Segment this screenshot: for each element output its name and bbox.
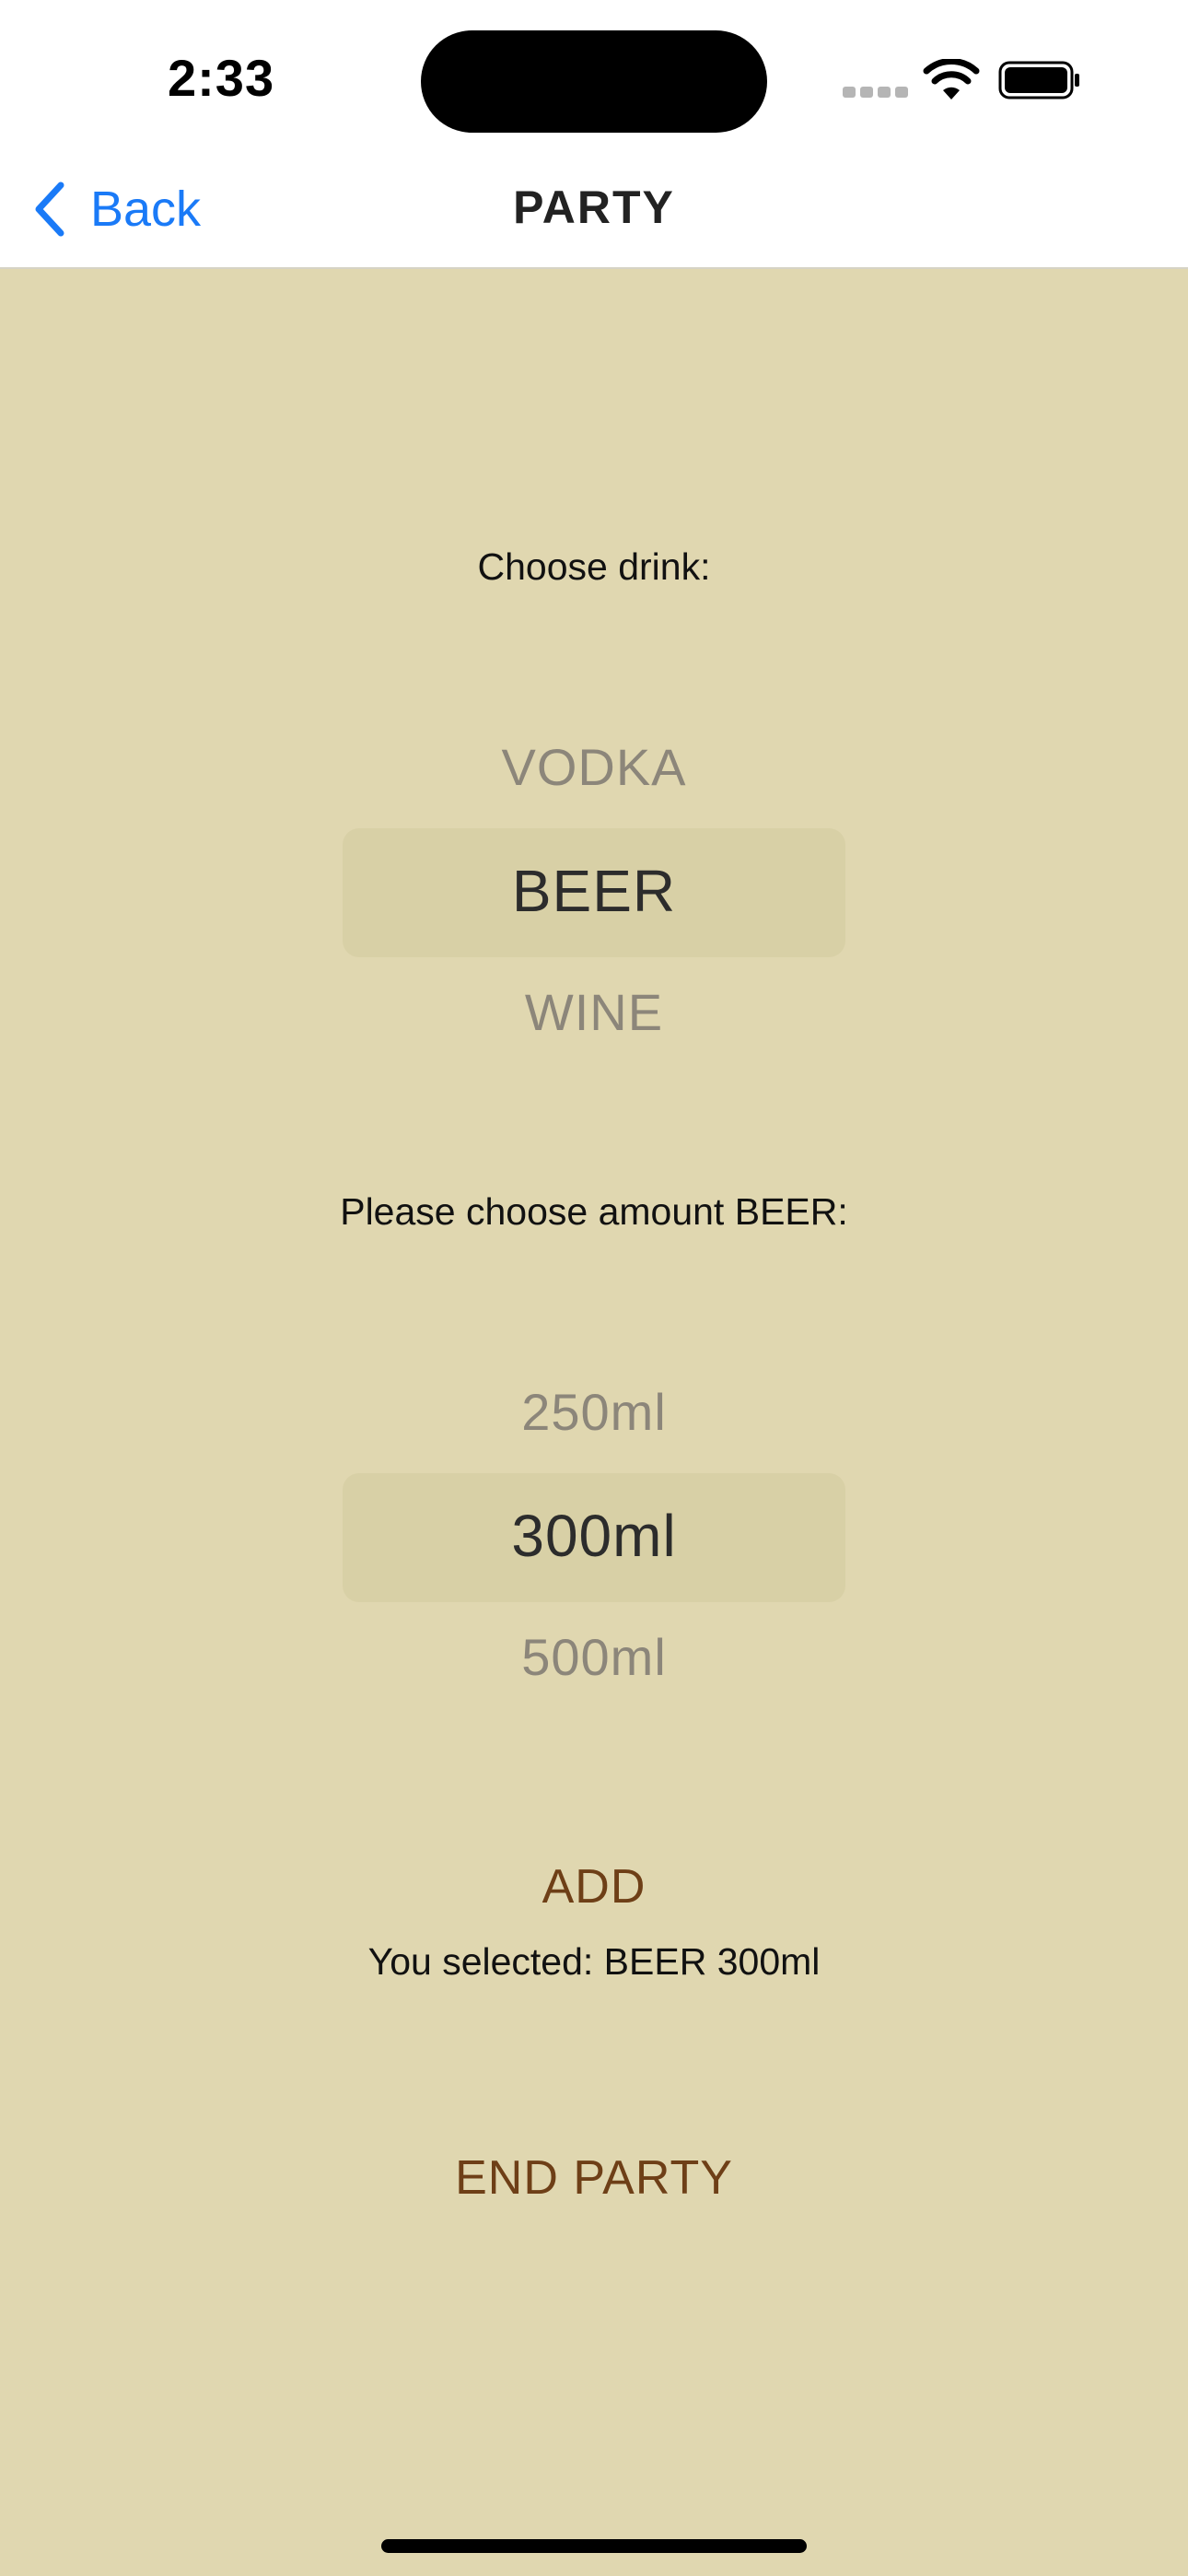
amount-option-selected[interactable]: 300ml	[343, 1502, 845, 1570]
home-indicator[interactable]	[381, 2539, 807, 2553]
status-time: 2:33	[168, 49, 275, 107]
dynamic-island	[421, 30, 767, 133]
cellular-signal-icon	[843, 87, 908, 98]
navigation-bar: 2:33 Back PARTY	[0, 0, 1188, 269]
choose-drink-label: Choose drink:	[477, 545, 711, 588]
wifi-icon	[923, 59, 980, 100]
amount-picker[interactable]: 250ml 300ml 500ml	[343, 1354, 845, 1686]
drink-option[interactable]: WINE	[343, 982, 845, 1042]
drink-picker[interactable]: VODKA BEER WINE	[343, 709, 845, 1041]
drink-option-selected[interactable]: BEER	[343, 857, 845, 925]
drink-option[interactable]: VODKA	[343, 737, 845, 797]
amount-option[interactable]: 250ml	[343, 1382, 845, 1442]
page-title: PARTY	[513, 181, 675, 233]
choose-amount-label: Please choose amount BEER:	[340, 1190, 848, 1233]
end-party-button[interactable]: END PARTY	[0, 2150, 1188, 2206]
amount-option[interactable]: 500ml	[343, 1627, 845, 1687]
add-button[interactable]: ADD	[0, 1859, 1188, 1914]
selection-summary: You selected: BEER 300ml	[367, 1940, 821, 1983]
battery-icon	[998, 61, 1079, 100]
